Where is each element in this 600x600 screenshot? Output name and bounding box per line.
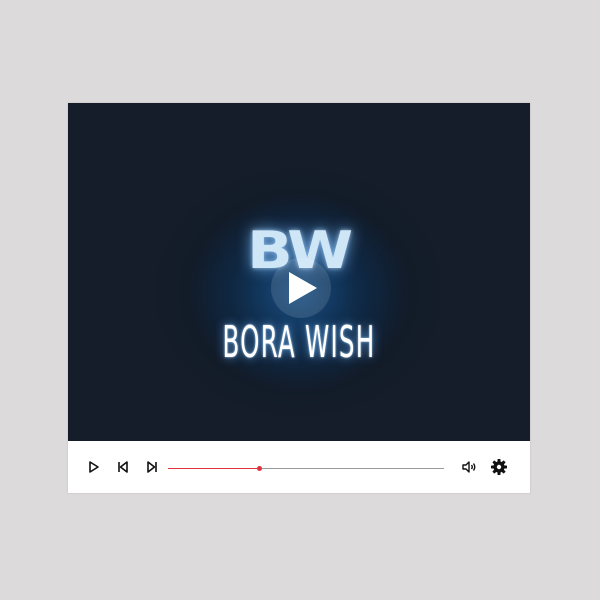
video-player: BW BORA WISH [68,103,530,493]
play-button[interactable] [84,457,104,477]
progress-fill [168,468,260,469]
gear-icon [491,459,507,475]
logo-name: BORA WISH [222,317,376,368]
progress-thumb[interactable] [257,466,263,471]
big-play-button[interactable] [271,258,331,318]
settings-button[interactable] [489,457,509,477]
previous-button[interactable] [113,457,133,477]
skip-next-icon [147,461,157,473]
volume-icon [462,461,476,473]
play-icon [89,461,99,473]
video-frame[interactable]: BW BORA WISH [68,103,530,441]
play-overlay-icon [289,272,317,304]
progress-bar[interactable] [168,466,444,472]
skip-previous-icon [118,461,128,473]
next-button[interactable] [142,457,162,477]
control-bar [68,441,530,493]
volume-button[interactable] [459,457,479,477]
